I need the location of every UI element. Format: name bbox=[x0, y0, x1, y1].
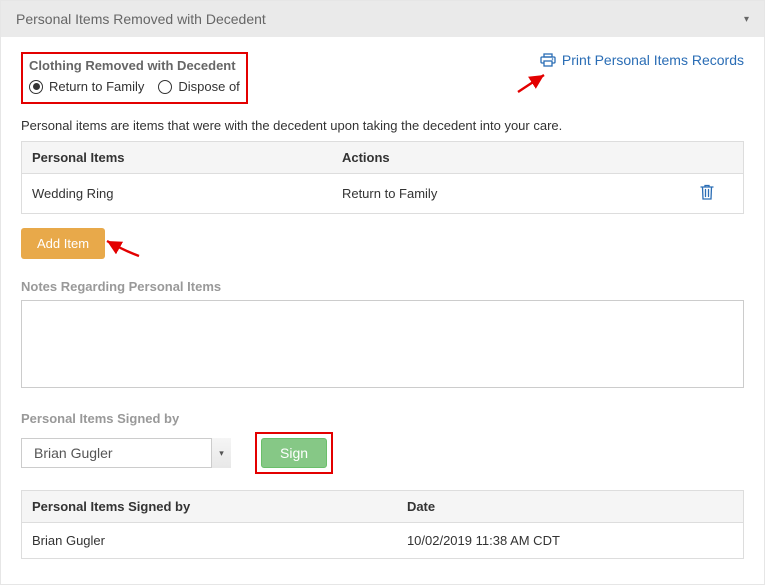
panel-title: Personal Items Removed with Decedent bbox=[16, 11, 266, 27]
col-header-items: Personal Items bbox=[22, 142, 332, 174]
col-header-trash bbox=[671, 142, 743, 174]
table-row: Wedding Ring Return to Family bbox=[22, 174, 744, 214]
signatures-table: Personal Items Signed by Date Brian Gugl… bbox=[21, 490, 744, 559]
helper-text: Personal items are items that were with … bbox=[21, 118, 744, 133]
notes-textarea[interactable] bbox=[21, 300, 744, 388]
signer-name: Brian Gugler bbox=[22, 523, 397, 559]
annotation-arrow-print bbox=[516, 70, 552, 94]
print-label: Print Personal Items Records bbox=[562, 52, 744, 68]
panel-header[interactable]: Personal Items Removed with Decedent ▾ bbox=[1, 1, 764, 37]
annotation-arrow-add bbox=[101, 238, 141, 258]
sign-button[interactable]: Sign bbox=[261, 438, 327, 468]
print-records-link[interactable]: Print Personal Items Records bbox=[540, 52, 744, 68]
personal-items-table: Personal Items Actions Wedding Ring Retu… bbox=[21, 141, 744, 214]
signer-select[interactable]: Brian Gugler bbox=[21, 438, 231, 468]
clothing-section-highlight: Clothing Removed with Decedent Return to… bbox=[21, 52, 248, 104]
sign-highlight-box: Sign bbox=[255, 432, 333, 474]
signer-date: 10/02/2019 11:38 AM CDT bbox=[397, 523, 744, 559]
col-header-date: Date bbox=[397, 491, 744, 523]
item-link[interactable]: Wedding Ring bbox=[22, 174, 332, 214]
item-action: Return to Family bbox=[332, 174, 671, 214]
table-row: Brian Gugler 10/02/2019 11:38 AM CDT bbox=[22, 523, 744, 559]
radio-dispose-label: Dispose of bbox=[178, 79, 239, 94]
collapse-caret-icon[interactable]: ▾ bbox=[744, 14, 749, 25]
col-header-actions: Actions bbox=[332, 142, 671, 174]
col-header-signed-by: Personal Items Signed by bbox=[22, 491, 397, 523]
add-item-button[interactable]: Add Item bbox=[21, 228, 105, 259]
radio-dispose-of[interactable] bbox=[158, 80, 172, 94]
signed-by-label: Personal Items Signed by bbox=[21, 411, 744, 426]
trash-icon[interactable] bbox=[700, 184, 714, 200]
clothing-label: Clothing Removed with Decedent bbox=[29, 58, 240, 73]
radio-return-to-family[interactable] bbox=[29, 80, 43, 94]
printer-icon bbox=[540, 53, 556, 67]
radio-return-label: Return to Family bbox=[49, 79, 144, 94]
notes-label: Notes Regarding Personal Items bbox=[21, 279, 744, 294]
